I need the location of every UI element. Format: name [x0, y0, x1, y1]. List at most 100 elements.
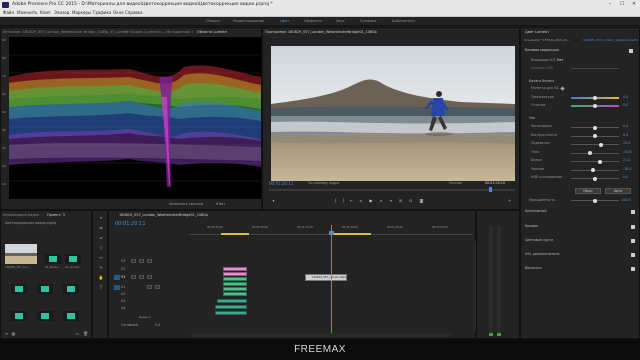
playhead-handle[interactable]	[329, 231, 334, 235]
section-checkbox[interactable]	[631, 209, 635, 214]
master-volume[interactable]: 0.0	[155, 323, 160, 328]
tint-knob[interactable]	[593, 103, 597, 108]
tone-value[interactable]: 0.0	[623, 175, 628, 180]
icon-view-icon[interactable]: ▦	[11, 331, 16, 336]
tone-value[interactable]: 21.0	[623, 158, 630, 163]
play-icon[interactable]: ▶	[368, 198, 374, 203]
timeline-clip[interactable]	[223, 287, 247, 291]
lock-toggle[interactable]	[131, 275, 136, 279]
timeline-playhead[interactable]	[331, 225, 332, 335]
overwrite-icon[interactable]: ⊟	[408, 198, 413, 203]
audio-thumbnail[interactable]	[37, 284, 53, 294]
tone-slider-knob[interactable]	[593, 125, 597, 130]
hdr-slider[interactable]	[571, 68, 619, 69]
timeline-timecode[interactable]: 00:01:20:11	[115, 221, 146, 228]
program-fit-dropdown[interactable]: По размеру кадра	[308, 181, 339, 186]
lumetri-master-clip[interactable]: Основной * 1TEXAS_DSS_Ro...	[524, 38, 580, 43]
work-area-bar[interactable]	[331, 233, 371, 235]
tone-slider[interactable]	[571, 152, 619, 154]
tone-value[interactable]: 0.0	[623, 133, 628, 138]
section-checkbox[interactable]	[631, 238, 635, 243]
button-editor-icon[interactable]: +	[507, 198, 512, 203]
selection-tool-icon[interactable]: ➤	[97, 215, 105, 220]
lock-toggle[interactable]	[131, 259, 136, 263]
menu-clip[interactable]: Клип	[40, 9, 51, 17]
slip-tool-icon[interactable]: ↔	[97, 255, 105, 260]
basic-correction-header[interactable]: Базовая коррекция	[525, 48, 559, 53]
solo-toggle[interactable]	[155, 285, 160, 289]
section-curves[interactable]: Кривые	[525, 223, 637, 230]
ripple-edit-tool-icon[interactable]: ⟛	[97, 235, 105, 240]
clip-thumbnail[interactable]	[5, 244, 37, 264]
section-creative[interactable]: Креативный	[525, 208, 637, 215]
menu-graphics[interactable]: Графика	[93, 9, 111, 17]
timeline-scrollbar[interactable]	[191, 333, 451, 337]
lumetri-sequence-clip[interactable]: 160829_057_London_WestminsterBr...	[583, 38, 639, 43]
lumetri-tab[interactable]: Цвет Lumetri	[525, 29, 549, 35]
hand-tool-icon[interactable]: ✋	[97, 275, 105, 280]
track-select-tool-icon[interactable]: ⇉	[97, 225, 105, 230]
section-checkbox[interactable]	[631, 266, 635, 271]
timeline-clip[interactable]	[215, 305, 247, 309]
track-label-v1[interactable]: V1	[121, 275, 125, 280]
tint-value[interactable]: 0.0	[623, 103, 628, 108]
delete-icon[interactable]: 🗑	[83, 331, 88, 336]
menu-sequence[interactable]: Эпизод	[54, 9, 69, 17]
razor-tool-icon[interactable]: ◇	[97, 245, 105, 250]
tone-slider-knob[interactable]	[599, 142, 604, 147]
tone-slider[interactable]	[571, 169, 619, 171]
program-playhead[interactable]	[489, 187, 492, 192]
saturation-knob[interactable]	[593, 198, 597, 203]
workspace-assembly[interactable]: Сборка	[206, 17, 220, 26]
list-view-icon[interactable]: ≡	[4, 331, 9, 336]
go-to-in-icon[interactable]: ⇤	[349, 198, 354, 203]
video-preview[interactable]	[271, 46, 515, 181]
menu-markers[interactable]: Маркеры	[72, 9, 91, 17]
sequence-tab[interactable]: 160829_057_London_WestminsterBridge01_10…	[119, 212, 208, 218]
workspace-audio[interactable]: Звук	[336, 17, 345, 26]
type-tool-icon[interactable]: T	[97, 285, 105, 290]
track-label-a1[interactable]: A1	[121, 285, 125, 290]
temperature-value[interactable]: 0.0	[623, 95, 628, 100]
tone-slider-knob[interactable]	[597, 159, 602, 164]
export-frame-icon[interactable]: ◙	[419, 198, 424, 203]
menu-edit[interactable]: Изменить	[17, 9, 38, 17]
tone-slider-knob[interactable]	[590, 168, 595, 172]
section-checkbox[interactable]	[631, 252, 635, 257]
program-tab[interactable]: Программа: 160829_057_London_Westminster…	[265, 29, 377, 35]
section-vignette[interactable]: Виньетка	[525, 265, 637, 272]
timeline-clip[interactable]	[223, 277, 247, 281]
sync-toggle[interactable]	[139, 275, 144, 279]
mark-out-icon[interactable]: }	[341, 198, 346, 203]
audio-thumbnail[interactable]	[11, 311, 27, 321]
step-back-icon[interactable]: ◂	[358, 198, 363, 203]
sync-toggle[interactable]	[139, 259, 144, 263]
program-timecode[interactable]: 00:01:20:11	[269, 181, 293, 186]
audio-thumbnail[interactable]	[11, 284, 27, 294]
timeline-clip[interactable]	[223, 292, 247, 296]
tone-value[interactable]: 25.0	[623, 141, 630, 146]
workspace-effects[interactable]: Эффекты	[304, 17, 322, 26]
scope-footer-label[interactable]: Затемнить пиксели	[169, 202, 203, 207]
timeline-clip[interactable]	[223, 267, 247, 271]
marker-icon[interactable]: ▾	[271, 198, 276, 203]
track-label-a3[interactable]: A3	[121, 299, 125, 304]
auto-button[interactable]: Авто	[605, 188, 631, 194]
track-label-a4[interactable]: A4	[121, 306, 125, 311]
audio-thumbnail[interactable]	[63, 284, 79, 294]
info-tab[interactable]: Информация видео	[3, 212, 45, 218]
section-color-wheels[interactable]: Цветовые круги	[525, 237, 637, 244]
menu-file[interactable]: Файл	[3, 9, 14, 17]
tone-slider[interactable]	[571, 144, 619, 145]
menu-help[interactable]: Справка	[125, 9, 143, 17]
tone-slider[interactable]	[571, 161, 619, 162]
audio-thumbnail[interactable]	[65, 254, 81, 264]
source-patch-a1[interactable]	[114, 285, 120, 290]
workspace-editing[interactable]: Редактирование	[233, 17, 264, 26]
selected-clip[interactable]: 160829_057_London_WestminsterBr...	[305, 274, 347, 281]
reset-button[interactable]: Сброс	[575, 188, 601, 194]
scope-bit-depth[interactable]: 8 бит	[216, 202, 225, 207]
pen-tool-icon[interactable]: ✎	[97, 265, 105, 270]
basic-correction-checkbox[interactable]	[629, 49, 633, 53]
workspace-libraries[interactable]: Библиотеки	[392, 17, 415, 26]
